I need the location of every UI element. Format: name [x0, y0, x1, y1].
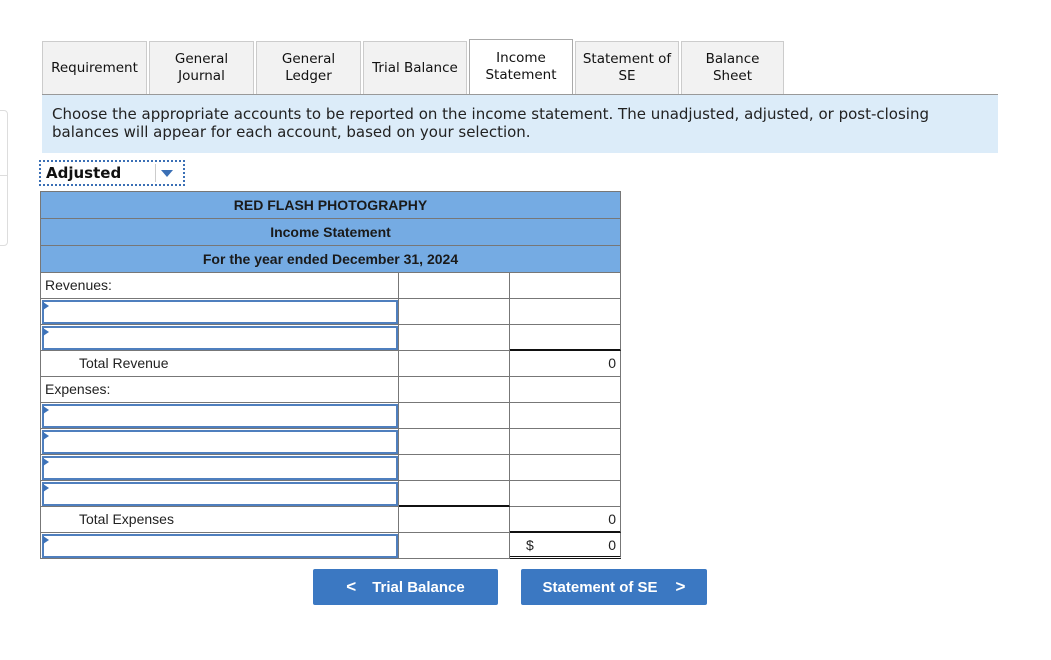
expense-account-input-4[interactable]: [42, 482, 398, 506]
company-name: RED FLASH PHOTOGRAPHY: [40, 191, 621, 218]
expense-account-input-2[interactable]: [42, 430, 398, 454]
total-cell[interactable]: [510, 377, 621, 403]
expense-account-input-1[interactable]: [42, 404, 398, 428]
next-statement-of-se-button[interactable]: Statement of SE >: [521, 569, 707, 605]
balance-type-value: Adjusted: [46, 164, 122, 182]
statement-title: Income Statement: [40, 218, 621, 245]
tab-bar: Requirement General Journal General Ledg…: [42, 39, 786, 94]
total-cell[interactable]: [510, 429, 621, 455]
total-revenue-label: Total Revenue: [40, 351, 399, 377]
amount-cell[interactable]: [399, 507, 510, 533]
table-row: Total Expenses 0: [40, 507, 621, 533]
statement-period: For the year ended December 31, 2024: [40, 245, 621, 273]
total-cell[interactable]: [510, 481, 621, 507]
table-row: [40, 481, 621, 507]
tab-general-ledger[interactable]: General Ledger: [256, 41, 361, 94]
tab-income-statement[interactable]: Income Statement: [469, 39, 573, 94]
total-cell[interactable]: [510, 455, 621, 481]
amount-cell[interactable]: [399, 325, 510, 351]
revenue-account-input-1[interactable]: [42, 300, 398, 324]
tabs-divider: [42, 94, 998, 95]
table-row: $ 0: [40, 533, 621, 559]
table-row: Revenues:: [40, 273, 621, 299]
total-expenses-label: Total Expenses: [40, 507, 399, 533]
table-row: [40, 403, 621, 429]
amount-cell[interactable]: [399, 351, 510, 377]
expenses-label: Expenses:: [40, 377, 399, 403]
expense-account-input-3[interactable]: [42, 456, 398, 480]
total-expenses-value: 0: [510, 507, 621, 533]
net-income-label-input[interactable]: [42, 534, 398, 558]
side-panel-edge: [0, 110, 8, 246]
chevron-right-icon: >: [675, 577, 686, 596]
income-statement-table: RED FLASH PHOTOGRAPHY Income Statement F…: [40, 191, 621, 559]
revenue-account-input-2[interactable]: [42, 326, 398, 350]
amount-cell[interactable]: [399, 377, 510, 403]
table-row: [40, 429, 621, 455]
tab-statement-of-se[interactable]: Statement of SE: [575, 41, 679, 94]
table-row: Total Revenue 0: [40, 351, 621, 377]
amount-cell[interactable]: [399, 481, 510, 507]
tab-balance-sheet[interactable]: Balance Sheet: [681, 41, 784, 94]
total-cell[interactable]: [510, 273, 621, 299]
amount-cell[interactable]: [399, 273, 510, 299]
table-row: [40, 455, 621, 481]
table-row: [40, 299, 621, 325]
total-cell[interactable]: [510, 325, 621, 351]
tab-trial-balance[interactable]: Trial Balance: [363, 41, 467, 94]
amount-cell[interactable]: [399, 403, 510, 429]
tab-requirement[interactable]: Requirement: [42, 41, 147, 94]
prev-trial-balance-button[interactable]: < Trial Balance: [313, 569, 498, 605]
amount-cell[interactable]: [399, 455, 510, 481]
table-row: Expenses:: [40, 377, 621, 403]
table-row: [40, 325, 621, 351]
balance-type-dropdown[interactable]: Adjusted: [39, 160, 185, 186]
caret-down-icon[interactable]: [161, 169, 173, 177]
currency-symbol: $: [526, 537, 534, 553]
prev-button-label: Trial Balance: [372, 578, 465, 596]
net-income-value: 0: [608, 537, 616, 553]
instruction-text: Choose the appropriate accounts to be re…: [42, 95, 998, 153]
chevron-left-icon: <: [346, 577, 357, 596]
tab-general-journal[interactable]: General Journal: [149, 41, 254, 94]
next-button-label: Statement of SE: [542, 578, 658, 596]
total-cell[interactable]: [510, 299, 621, 325]
amount-cell[interactable]: [399, 533, 510, 559]
amount-cell[interactable]: [399, 429, 510, 455]
amount-cell[interactable]: [399, 299, 510, 325]
net-income-cell: $ 0: [510, 533, 621, 559]
total-revenue-value: 0: [510, 351, 621, 377]
revenues-label: Revenues:: [40, 273, 399, 299]
total-cell[interactable]: [510, 403, 621, 429]
